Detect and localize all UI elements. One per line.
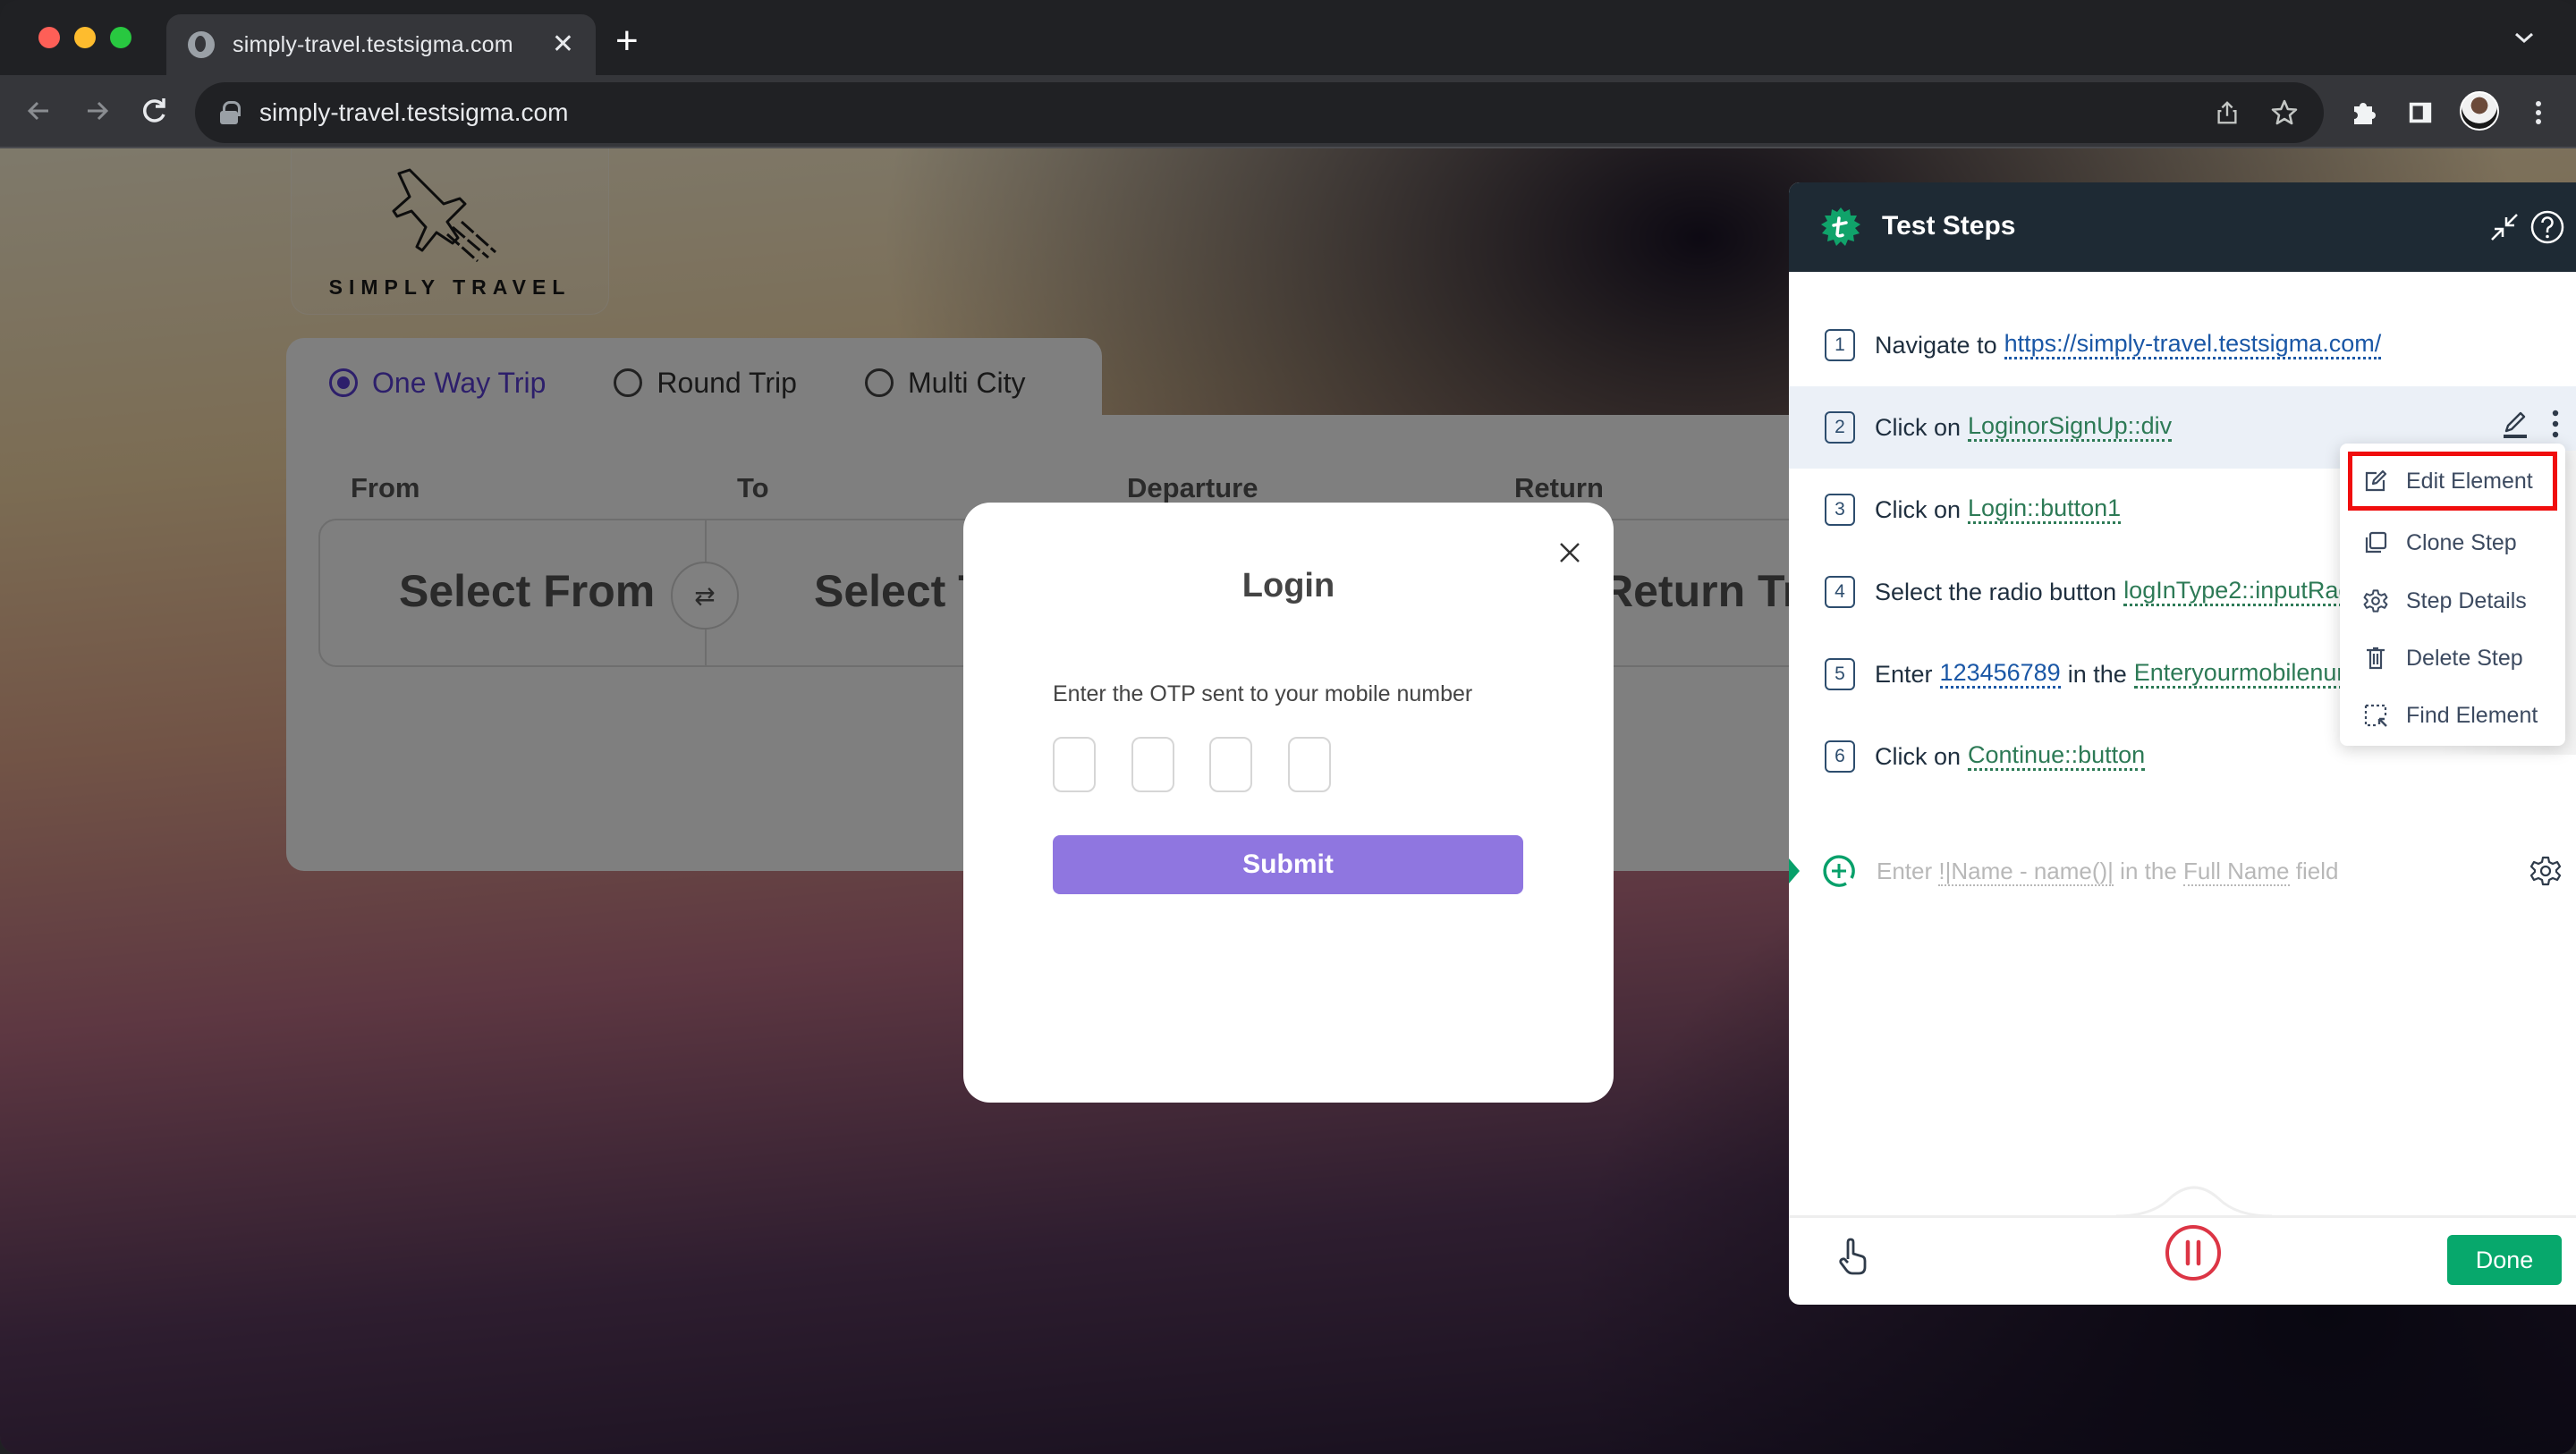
clone-icon — [2365, 531, 2387, 554]
step-element-link[interactable]: logInType2::inputRadio — [2123, 577, 2371, 607]
departure-label: Departure — [1127, 472, 1258, 503]
swap-cities-button[interactable]: ⇄ — [671, 562, 739, 630]
panel-header: Test Steps — [1789, 182, 2576, 272]
close-window-button[interactable] — [38, 27, 60, 48]
menu-item-edit-element[interactable]: Edit Element — [2348, 452, 2557, 511]
step-action-text: in the — [2067, 660, 2127, 688]
side-panel-icon[interactable] — [2401, 93, 2440, 132]
modal-title: Login — [1241, 567, 1335, 604]
tab-bar: simply-travel.testsigma.com ✕ + — [0, 0, 2576, 75]
footer-hump — [2116, 1186, 2272, 1218]
forward-icon[interactable] — [79, 93, 114, 129]
minimize-window-button[interactable] — [74, 27, 96, 48]
from-label: From — [351, 472, 420, 503]
new-step-prefix: Enter — [1877, 857, 1933, 884]
otp-digit-1[interactable] — [1053, 737, 1096, 792]
step-test-data-link[interactable]: https://simply-travel.testsigma.com/ — [2004, 330, 2382, 360]
otp-digit-3[interactable] — [1209, 737, 1252, 792]
step-test-data-link[interactable]: 123456789 — [1939, 659, 2061, 689]
share-icon[interactable] — [2209, 95, 2245, 131]
step-number: 2 — [1825, 411, 1855, 444]
step-number: 4 — [1825, 576, 1855, 608]
step-context-menu: Edit Element Clone Step Step Details Del… — [2340, 444, 2565, 746]
step-action-text: Click on — [1875, 413, 1962, 441]
extensions-icon[interactable] — [2344, 93, 2384, 132]
gear-icon — [2363, 589, 2388, 613]
globe-icon — [188, 31, 215, 58]
step-number: 5 — [1825, 658, 1855, 690]
step-number: 1 — [1825, 329, 1855, 361]
menu-item-label: Step Details — [2406, 588, 2527, 613]
test-step-row[interactable]: 1 Navigate to https://simply-travel.testsi… — [1789, 304, 2576, 386]
menu-item-label: Find Element — [2406, 702, 2538, 728]
menu-item-find-element[interactable]: Find Element — [2340, 687, 2565, 744]
submit-button[interactable]: Submit — [1053, 835, 1523, 894]
pause-recording-button[interactable] — [2165, 1224, 2222, 1281]
add-step-icon[interactable] — [1821, 853, 1857, 889]
step-element-link[interactable]: Continue::button — [1968, 741, 2146, 772]
otp-instruction: Enter the OTP sent to your mobile number — [1053, 681, 1473, 706]
browser-window: simply-travel.testsigma.com ✕ + simply-t… — [0, 0, 2576, 1454]
step-action-text: Enter — [1875, 660, 1933, 688]
current-step-marker-icon — [1789, 858, 1800, 883]
tab-title: simply-travel.testsigma.com — [233, 31, 513, 57]
menu-item-step-details[interactable]: Step Details — [2340, 572, 2565, 630]
lock-icon — [220, 101, 241, 124]
done-button[interactable]: Done — [2447, 1235, 2562, 1285]
step-action-text: Click on — [1875, 742, 1962, 770]
find-element-icon — [2364, 704, 2387, 727]
edit-icon — [2365, 469, 2387, 492]
step-number: 6 — [1825, 740, 1855, 773]
step-settings-gear-icon[interactable] — [2529, 855, 2562, 887]
url-text: simply-travel.testsigma.com — [259, 98, 569, 126]
more-menu-icon[interactable] — [2519, 93, 2558, 132]
browser-tab-active[interactable]: simply-travel.testsigma.com ✕ — [166, 14, 596, 75]
bookmark-star-icon[interactable] — [2267, 95, 2302, 131]
menu-item-clone-step[interactable]: Clone Step — [2340, 514, 2565, 571]
reload-icon[interactable] — [136, 93, 172, 129]
new-step-input[interactable]: Enter !|Name - name()| in the Full Name … — [1877, 857, 2339, 886]
maximize-window-button[interactable] — [110, 27, 131, 48]
step-more-menu-icon[interactable] — [2551, 408, 2560, 440]
testsigma-logo-icon — [1819, 206, 1862, 249]
new-tab-icon[interactable]: + — [615, 21, 639, 61]
profile-avatar[interactable] — [2460, 91, 2499, 131]
new-step-suffix: field — [2295, 857, 2339, 884]
otp-digit-2[interactable] — [1131, 737, 1174, 792]
new-step-element: Full Name — [2183, 857, 2290, 886]
edit-step-icon[interactable] — [2499, 408, 2531, 440]
step-element-link[interactable]: Login::button1 — [1968, 495, 2122, 525]
from-input[interactable]: Select From — [399, 565, 655, 617]
step-action-text: Click on — [1875, 495, 1962, 523]
modal-close-icon[interactable] — [1552, 535, 1588, 571]
back-icon[interactable] — [21, 93, 57, 129]
new-step-middle: in the — [2120, 857, 2177, 884]
minimize-panel-icon[interactable] — [2485, 207, 2524, 247]
menu-item-label: Clone Step — [2406, 529, 2517, 555]
menu-item-delete-step[interactable]: Delete Step — [2340, 630, 2565, 687]
otp-digit-4[interactable] — [1288, 737, 1331, 792]
step-action-text: Navigate to — [1875, 331, 1997, 359]
panel-title: Test Steps — [1882, 211, 2016, 241]
step-action-text: Select the radio button — [1875, 578, 2117, 605]
step-actions — [2499, 408, 2560, 440]
trash-icon — [2367, 647, 2385, 670]
new-step-test-data: !|Name - name()| — [1938, 857, 2114, 886]
menu-item-label: Delete Step — [2406, 645, 2523, 671]
close-tab-icon[interactable]: ✕ — [552, 31, 574, 58]
browser-toolbar: simply-travel.testsigma.com — [0, 75, 2576, 148]
address-bar[interactable]: simply-travel.testsigma.com — [195, 82, 2324, 143]
hand-pointer-icon[interactable] — [1837, 1238, 1869, 1275]
new-step-row[interactable]: Enter !|Name - name()| in the Full Name … — [1789, 844, 2576, 898]
menu-item-label: Edit Element — [2406, 468, 2533, 494]
tab-menu-icon[interactable] — [2513, 29, 2533, 46]
return-label: Return — [1514, 472, 1604, 503]
help-icon[interactable] — [2528, 207, 2567, 247]
step-number: 3 — [1825, 494, 1855, 526]
to-label: To — [737, 472, 769, 503]
step-element-link[interactable]: LoginorSignUp::div — [1968, 412, 2173, 443]
